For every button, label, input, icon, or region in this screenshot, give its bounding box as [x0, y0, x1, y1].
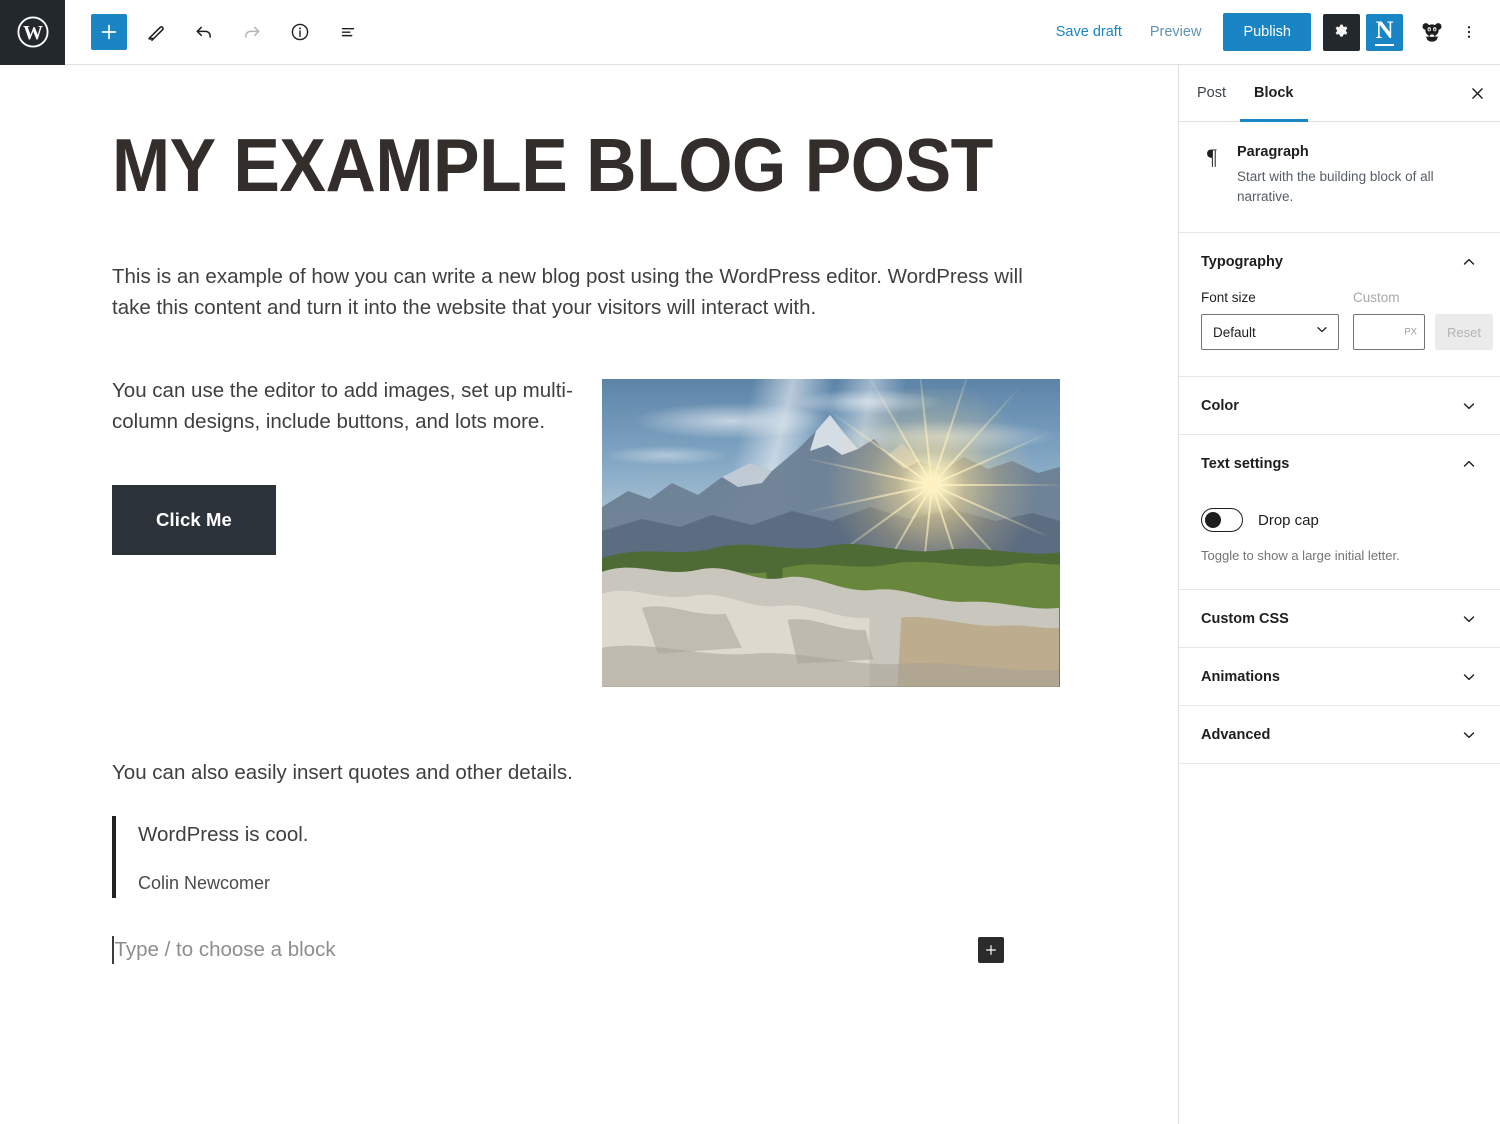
- empty-paragraph-block[interactable]: Type / to choose a block: [112, 930, 1042, 970]
- editor-top-bar: W Save draft Preview Publish N: [0, 0, 1500, 65]
- panel-animations: Animations: [1179, 648, 1500, 707]
- save-draft-button[interactable]: Save draft: [1042, 16, 1136, 48]
- tab-block[interactable]: Block: [1240, 65, 1308, 122]
- undo-button[interactable]: [185, 13, 223, 51]
- text-caret: [112, 935, 114, 964]
- drop-cap-toggle[interactable]: [1201, 508, 1243, 533]
- publish-button[interactable]: Publish: [1223, 13, 1311, 51]
- click-me-button[interactable]: Click Me: [112, 485, 276, 556]
- quote-text[interactable]: WordPress is cool.: [138, 820, 1052, 851]
- chevron-down-icon: [1460, 397, 1478, 415]
- font-size-row: Font size Default Custom PX Reset: [1201, 290, 1493, 351]
- panel-typography-header[interactable]: Typography: [1179, 233, 1500, 290]
- mountain-sunset-photo[interactable]: [602, 378, 1060, 687]
- settings-gear-button[interactable]: [1323, 13, 1360, 51]
- panel-text-settings-title: Text settings: [1201, 455, 1290, 472]
- chevron-down-icon: [1460, 726, 1478, 744]
- close-sidebar-button[interactable]: [1454, 65, 1500, 121]
- block-type-description: Start with the building block of all nar…: [1237, 169, 1434, 204]
- block-type-card: ¶ Paragraph Start with the building bloc…: [1179, 122, 1500, 234]
- drop-cap-toggle-knob: [1204, 511, 1221, 528]
- top-bar-left-tools: [65, 13, 367, 51]
- panel-custom-css-header[interactable]: Custom CSS: [1179, 590, 1500, 647]
- panel-typography-title: Typography: [1201, 253, 1283, 270]
- panel-advanced-title: Advanced: [1201, 726, 1271, 743]
- panel-custom-css-title: Custom CSS: [1201, 610, 1289, 627]
- panel-advanced: Advanced: [1179, 706, 1500, 765]
- panel-text-settings: Text settings Drop cap Toggle to show a …: [1179, 435, 1500, 591]
- post-details-info-icon[interactable]: [281, 13, 319, 51]
- top-bar-right-tools: Save draft Preview Publish N: [1042, 13, 1500, 51]
- quote-block[interactable]: WordPress is cool. Colin Newcomer: [112, 815, 1052, 898]
- panel-custom-css: Custom CSS: [1179, 590, 1500, 649]
- tab-post[interactable]: Post: [1183, 65, 1240, 121]
- paragraph-block-2[interactable]: You can use the editor to add images, se…: [112, 375, 602, 437]
- panel-text-settings-body: Drop cap Toggle to show a large initial …: [1179, 492, 1500, 589]
- column-right: [602, 375, 1060, 687]
- chevron-down-icon: [1460, 668, 1478, 686]
- add-block-button[interactable]: [91, 14, 127, 50]
- paragraph-pilcrow-icon: ¶: [1207, 144, 1217, 169]
- panel-advanced-header[interactable]: Advanced: [1179, 706, 1500, 763]
- block-placeholder-text: Type / to choose a block: [114, 937, 336, 961]
- panel-color-header[interactable]: Color: [1179, 377, 1500, 434]
- edit-mode-pencil-button[interactable]: [137, 13, 175, 51]
- chevron-up-icon: [1460, 253, 1478, 271]
- panel-color: Color: [1179, 377, 1500, 436]
- drop-cap-help-text: Toggle to show a large initial letter.: [1201, 548, 1400, 564]
- wordpress-block-editor: W Save draft Preview Publish N MY EXAMPL…: [0, 0, 1500, 1124]
- custom-font-size-label: Custom: [1353, 290, 1400, 306]
- wordpress-logo-icon[interactable]: W: [0, 0, 65, 65]
- panel-typography: Typography Font size Default Custom PX R…: [1179, 233, 1500, 378]
- column-left: You can use the editor to add images, se…: [112, 375, 602, 687]
- chevron-down-icon: [1460, 610, 1478, 628]
- button-block: Click Me: [112, 485, 602, 556]
- sidebar-tabs: Post Block: [1179, 65, 1500, 122]
- drop-cap-label: Drop cap: [1258, 511, 1319, 529]
- panel-animations-header[interactable]: Animations: [1179, 648, 1500, 705]
- more-options-kebab-icon[interactable]: [1454, 14, 1484, 51]
- custom-font-size-input[interactable]: [1353, 314, 1425, 351]
- paragraph-block-3[interactable]: You can also easily insert quotes and ot…: [112, 757, 1052, 788]
- nelio-plugin-button[interactable]: N: [1366, 13, 1403, 51]
- block-settings-sidebar: Post Block ¶ Paragraph Start with the bu…: [1178, 65, 1500, 1124]
- preview-button[interactable]: Preview: [1136, 16, 1216, 48]
- panda-avatar-icon[interactable]: [1413, 14, 1450, 51]
- quote-citation[interactable]: Colin Newcomer: [138, 873, 1052, 894]
- list-view-icon[interactable]: [329, 13, 367, 51]
- panel-animations-title: Animations: [1201, 668, 1280, 685]
- chevron-up-icon: [1460, 455, 1478, 473]
- font-size-label: Font size: [1201, 290, 1256, 306]
- block-type-title: Paragraph: [1237, 144, 1309, 160]
- editor-body: MY EXAMPLE BLOG POST This is an example …: [0, 65, 1500, 1124]
- reset-font-size-button[interactable]: Reset: [1435, 314, 1493, 351]
- editor-canvas[interactable]: MY EXAMPLE BLOG POST This is an example …: [0, 65, 1178, 1124]
- redo-button[interactable]: [233, 13, 271, 51]
- page-title[interactable]: MY EXAMPLE BLOG POST: [112, 127, 993, 204]
- nelio-n-icon: N: [1375, 17, 1394, 46]
- font-size-select[interactable]: Default: [1201, 314, 1339, 351]
- panel-typography-body: Font size Default Custom PX Reset: [1179, 290, 1500, 376]
- svg-text:W: W: [23, 22, 43, 44]
- panel-text-settings-header[interactable]: Text settings: [1179, 435, 1500, 492]
- photo-rock-layer: [602, 567, 1060, 687]
- post-content-column: MY EXAMPLE BLOG POST This is an example …: [112, 65, 1060, 970]
- drop-cap-row: Drop cap: [1201, 492, 1478, 533]
- columns-block: You can use the editor to add images, se…: [112, 375, 1060, 687]
- panel-color-title: Color: [1201, 397, 1239, 414]
- paragraph-block-1[interactable]: This is an example of how you can write …: [112, 261, 1042, 323]
- inline-block-inserter-button[interactable]: [978, 936, 1004, 963]
